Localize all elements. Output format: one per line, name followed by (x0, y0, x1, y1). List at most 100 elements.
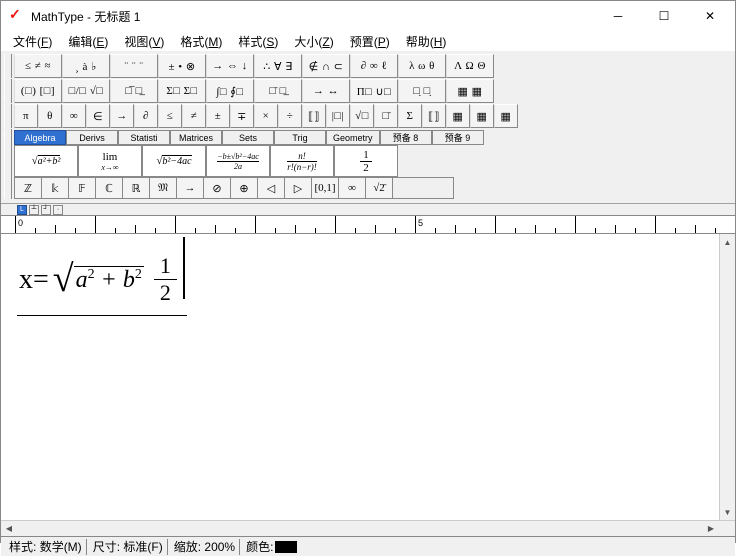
palette-button[interactable]: □̄ □̲ (254, 79, 302, 103)
formula-sqrt_b2_4ac[interactable]: √b²−4ac (142, 145, 206, 177)
status-style[interactable]: 样式: 数学(M) (5, 539, 87, 555)
palette-button[interactable]: π (14, 104, 38, 128)
maximize-button[interactable]: ☐ (641, 1, 687, 31)
palette-button[interactable]: Λ Ω Θ (446, 54, 494, 78)
formula-n_fact_frac[interactable]: n!r!(n−r)! (270, 145, 334, 177)
palette-button[interactable]: ∫□ ∮□ (206, 79, 254, 103)
palette-button[interactable]: ▦ (446, 104, 470, 128)
palette-button[interactable]: □̅ □̲ (110, 79, 158, 103)
tab-decimal-icon[interactable]: · (53, 205, 63, 215)
palette-button[interactable]: ∞ (62, 104, 86, 128)
palette-button[interactable]: Σ□ Σ□ (158, 79, 206, 103)
symbol-button[interactable]: 𝕜 (42, 178, 69, 198)
palette-button[interactable]: ⟦⟧ (302, 104, 326, 128)
palette-button[interactable]: → ↔ (302, 79, 350, 103)
menu-m[interactable]: 格式(M) (172, 32, 230, 51)
denominator[interactable]: 2 (154, 280, 177, 306)
tab-预备 9[interactable]: 预备 9 (432, 130, 484, 145)
palette-button[interactable]: λ ω θ (398, 54, 446, 78)
symbol-button[interactable]: 𝔐 (150, 178, 177, 198)
tab-left-icon[interactable]: L (17, 205, 27, 215)
palette-button[interactable]: ∓ (230, 104, 254, 128)
tab-sets[interactable]: Sets (222, 130, 274, 145)
palette-button[interactable]: ≠ (182, 104, 206, 128)
tab-right-icon[interactable]: ┘ (41, 205, 51, 215)
horizontal-scrollbar[interactable]: ◀ ▶ (1, 520, 735, 536)
palette-button[interactable]: ≤ ≠ ≈ (14, 54, 62, 78)
palette-button[interactable]: ∂ ∞ ℓ (350, 54, 398, 78)
scroll-left-icon[interactable]: ◀ (1, 521, 17, 536)
menu-f[interactable]: 文件(F) (5, 32, 60, 51)
ruler[interactable] (1, 216, 735, 234)
equation-editor[interactable]: x= a2 + b2 1 2 (1, 234, 719, 520)
palette-button[interactable]: ± • ⊗ (158, 54, 206, 78)
formula-sqrt_a2_b2[interactable]: √a²+b² (14, 145, 78, 177)
symbol-button[interactable]: ℝ (123, 178, 150, 198)
status-zoom[interactable]: 缩放: 200% (170, 539, 240, 555)
sqrt-expression[interactable]: a2 + b2 (53, 266, 144, 294)
symbol-button[interactable]: 𝔽 (69, 178, 96, 198)
formula-half[interactable]: 12 (334, 145, 398, 177)
scroll-up-icon[interactable]: ▲ (720, 234, 735, 250)
palette-button[interactable]: θ (38, 104, 62, 128)
palette-button[interactable]: ± (206, 104, 230, 128)
symbol-button[interactable]: ℂ (96, 178, 123, 198)
symbol-button[interactable]: ⊘ (204, 178, 231, 198)
palette-button[interactable]: □̣ □̣ (398, 79, 446, 103)
fraction[interactable]: 1 2 (154, 253, 177, 306)
numerator[interactable]: 1 (154, 253, 177, 280)
menu-v[interactable]: 视图(V) (116, 32, 172, 51)
radicand[interactable]: a2 + b2 (74, 266, 144, 294)
symbol-button[interactable]: ◁ (258, 178, 285, 198)
palette-button[interactable]: ÷ (278, 104, 302, 128)
scroll-track[interactable] (720, 250, 735, 504)
menu-p[interactable]: 预置(P) (342, 32, 398, 51)
scroll-down-icon[interactable]: ▼ (720, 504, 735, 520)
tab-trig[interactable]: Trig (274, 130, 326, 145)
symbol-button[interactable]: ℤ (15, 178, 42, 198)
palette-button[interactable]: ▦ (494, 104, 518, 128)
menu-e[interactable]: 编辑(E) (60, 32, 116, 51)
palette-button[interactable]: ∉ ∩ ⊂ (302, 54, 350, 78)
palette-button[interactable]: √□ (350, 104, 374, 128)
status-color[interactable]: 颜色: (242, 539, 301, 555)
palette-button[interactable]: ▦ (470, 104, 494, 128)
tab-algebra[interactable]: Algebra (14, 130, 66, 145)
scroll-track[interactable] (17, 521, 703, 536)
palette-button[interactable]: ≤ (158, 104, 182, 128)
symbol-button[interactable]: [0,1] (312, 178, 339, 198)
palette-button[interactable]: □̄ (374, 104, 398, 128)
palette-button[interactable]: → ⇔ ↓ (206, 54, 254, 78)
vertical-scrollbar[interactable]: ▲ ▼ (719, 234, 735, 520)
formula-lim_xinf[interactable]: limx→∞ (78, 145, 142, 177)
palette-button[interactable]: → (110, 104, 134, 128)
tab-center-icon[interactable]: ┴ (29, 205, 39, 215)
minimize-button[interactable]: ─ (595, 1, 641, 31)
close-button[interactable]: ✕ (687, 1, 733, 31)
palette-button[interactable]: □/□ √□ (62, 79, 110, 103)
palette-button[interactable]: ∂ (134, 104, 158, 128)
status-size[interactable]: 尺寸: 标准(F) (89, 539, 168, 555)
symbol-button[interactable]: ⊕ (231, 178, 258, 198)
palette-button[interactable]: ∴ ∀ ∃ (254, 54, 302, 78)
palette-button[interactable]: × (254, 104, 278, 128)
palette-button[interactable]: (□) [□] (14, 79, 62, 103)
menu-h[interactable]: 帮助(H) (398, 32, 455, 51)
menu-z[interactable]: 大小(Z) (286, 32, 341, 51)
palette-button[interactable]: ¨ ¨ ¨ (110, 54, 158, 78)
tab-geometry[interactable]: Geometry (326, 130, 380, 145)
equation[interactable]: x= a2 + b2 1 2 (17, 246, 187, 316)
palette-button[interactable]: ∈ (86, 104, 110, 128)
symbol-button[interactable]: ▷ (285, 178, 312, 198)
palette-button[interactable]: |□| (326, 104, 350, 128)
tab-statisti[interactable]: Statisti (118, 130, 170, 145)
tab-matrices[interactable]: Matrices (170, 130, 222, 145)
tab-derivs[interactable]: Derivs (66, 130, 118, 145)
scroll-right-icon[interactable]: ▶ (703, 521, 719, 536)
palette-button[interactable]: ¸ à ♭ (62, 54, 110, 78)
tab-预备 8[interactable]: 预备 8 (380, 130, 432, 145)
palette-button[interactable]: ⟦⟧ (422, 104, 446, 128)
palette-button[interactable]: ▦ ▦ (446, 79, 494, 103)
symbol-button[interactable]: ∞ (339, 178, 366, 198)
formula-quad_frac[interactable]: −b±√b²−4ac2a (206, 145, 270, 177)
